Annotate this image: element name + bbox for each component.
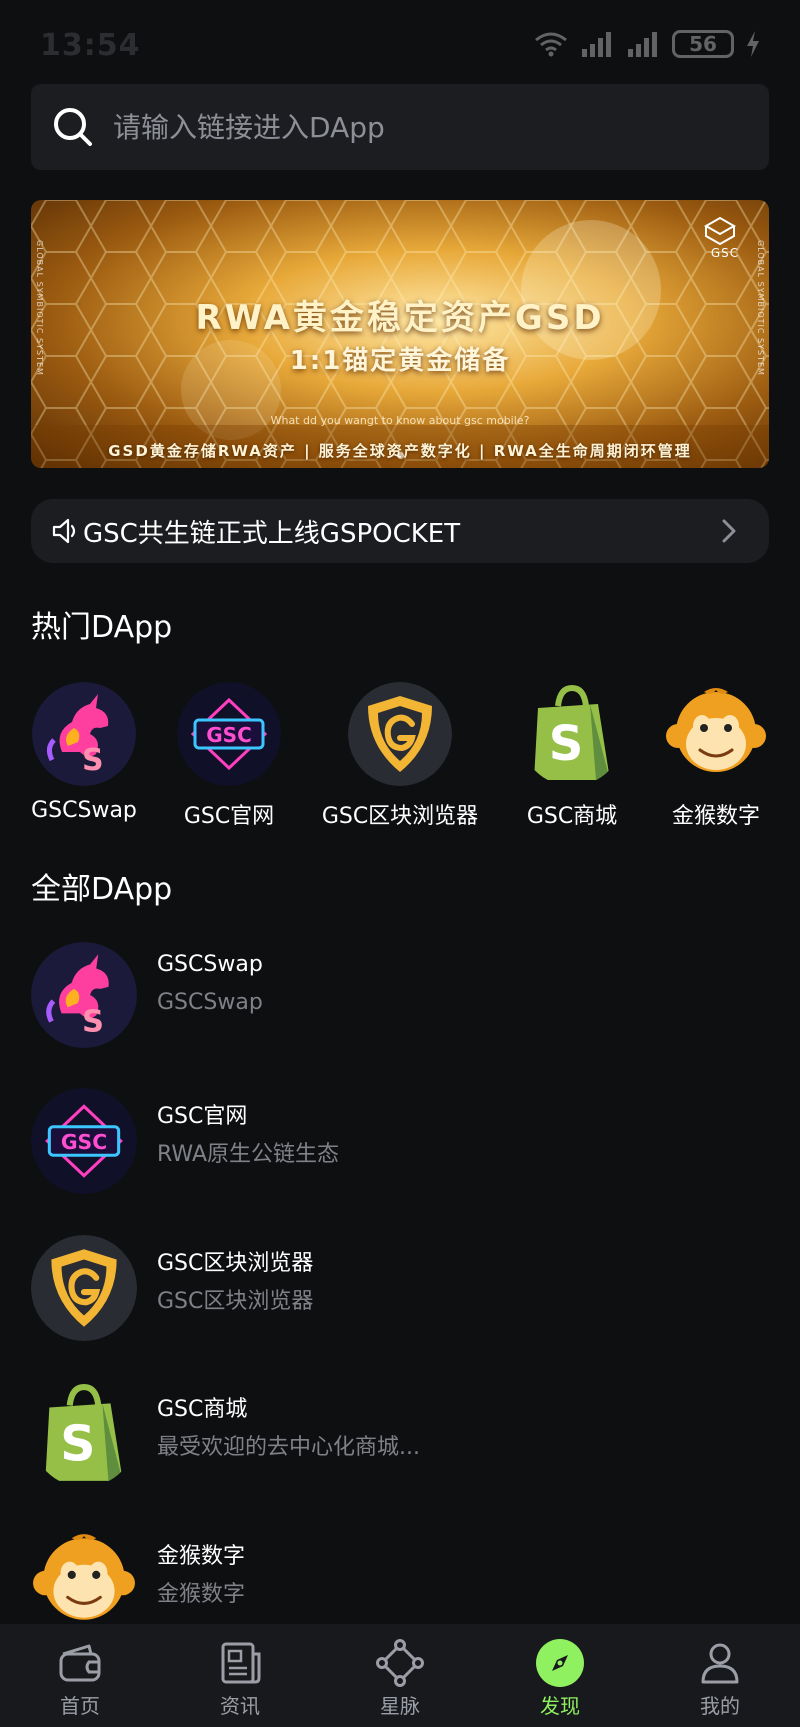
bottom-navigation: 首页 资讯 星脉 发现 我的 [0, 1624, 800, 1727]
promo-banner[interactable]: GLOBAL SYMBIOTIC SYSTEM GLOBAL SYMBIOTIC… [31, 200, 769, 468]
nav-label: 资讯 [220, 1694, 260, 1718]
dapp-list-item[interactable]: S GSCSwap GSCSwap [31, 942, 769, 1054]
monkey-icon [33, 1534, 135, 1620]
person-icon [701, 1643, 739, 1684]
shopify-bag-icon: S [534, 684, 610, 780]
dapp-subtitle: RWA原生公链生态 [157, 1142, 339, 1167]
dapp-list-item[interactable]: GSC GSC官网 RWA原生公链生态 [31, 1088, 769, 1200]
dapp-list-item[interactable]: S GSC商城 最受欢迎的去中心化商城... [31, 1381, 769, 1493]
monkey-icon [666, 688, 766, 772]
dapp-subtitle: 金猴数字 [157, 1582, 246, 1607]
nav-label: 我的 [700, 1694, 740, 1718]
banner-logo-text: GSC [710, 246, 740, 260]
nav-item-profile[interactable]: 我的 [640, 1624, 800, 1727]
banner-logo: GSC [703, 216, 747, 260]
discover-page: 13:54 56 请输入链接进入DApp GLOBAL SYMBIOTIC SY… [0, 0, 800, 1727]
dapp-title: 金猴数字 [157, 1544, 246, 1569]
search-input[interactable] [113, 110, 713, 144]
shopify-bag-icon: S [45, 1384, 123, 1481]
dapp-subtitle: 最受欢迎的去中心化商城... [157, 1435, 420, 1460]
speaker-icon [52, 518, 76, 544]
announcement-text: GSC共生链正式上线GSPOCKET [83, 518, 461, 549]
dapp-subtitle: GSCSwap [157, 990, 263, 1015]
nav-item-home[interactable]: 首页 [0, 1624, 160, 1727]
gsc-logo-icon [703, 216, 737, 246]
nav-item-news[interactable]: 资讯 [160, 1624, 320, 1727]
hot-dapp-label: GSC区块浏览器 [321, 804, 479, 829]
battery-indicator: 56 [672, 30, 734, 58]
hot-dapp-label: GSC官网 [183, 804, 275, 829]
gsc-neon-icon: GSC [31, 1088, 137, 1194]
network-icon [376, 1639, 424, 1687]
chevron-right-icon [722, 519, 736, 543]
status-icons: 56 [534, 30, 760, 58]
news-icon [221, 1642, 261, 1684]
gsc-neon-icon: GSC [177, 682, 281, 786]
unicorn-icon: S [32, 682, 136, 786]
signal-icon-2 [628, 32, 657, 57]
svg-text:S: S [60, 1416, 95, 1473]
dapp-title: GSC商城 [157, 1397, 248, 1422]
svg-text:S: S [82, 743, 104, 778]
unicorn-icon: S [31, 942, 137, 1048]
status-bar: 13:54 56 [0, 0, 800, 80]
charging-icon [747, 31, 759, 57]
compass-icon [536, 1639, 584, 1687]
search-icon [54, 108, 92, 146]
dapp-title: GSC官网 [157, 1104, 248, 1129]
nav-label: 发现 [540, 1694, 580, 1718]
dapp-list-item[interactable]: GSC区块浏览器 GSC区块浏览器 [31, 1235, 769, 1347]
nav-item-discover[interactable]: 发现 [480, 1624, 640, 1727]
banner-caption: What dd you wangt to know about gsc mobi… [270, 414, 530, 427]
svg-text:S: S [549, 716, 584, 772]
hot-dapp-heading: 热门DApp [31, 610, 173, 645]
hot-dapp-label: 金猴数字 [671, 804, 760, 829]
wallet-icon [59, 1644, 101, 1682]
dapp-title: GSC区块浏览器 [157, 1251, 314, 1276]
announcement-bar[interactable]: GSC共生链正式上线GSPOCKET [31, 499, 769, 563]
pagination-dot[interactable] [396, 452, 404, 459]
nav-item-network[interactable]: 星脉 [320, 1624, 480, 1727]
status-time: 13:54 [40, 28, 141, 63]
g-shield-icon [348, 682, 452, 786]
hot-dapp-item[interactable]: GSC GSC官网 [144, 682, 314, 830]
banner-title: RWA黄金稳定资产GSD [195, 298, 605, 338]
search-bar[interactable] [31, 84, 769, 170]
hot-dapp-item[interactable]: 金猴数字 [631, 682, 800, 830]
signal-icon [582, 32, 611, 57]
svg-text:GSC: GSC [206, 723, 252, 747]
nav-label: 星脉 [380, 1694, 420, 1718]
banner-subtitle: 1:1锚定黄金储备 [289, 346, 511, 376]
hot-dapp-item[interactable]: GSC区块浏览器 [315, 682, 485, 830]
nav-label: 首页 [60, 1694, 100, 1718]
banner-pagination [31, 452, 769, 459]
wifi-icon [535, 32, 567, 57]
g-shield-icon [31, 1235, 137, 1341]
dapp-subtitle: GSC区块浏览器 [157, 1289, 314, 1314]
svg-text:S: S [82, 1005, 104, 1040]
svg-text:GSC: GSC [61, 1130, 107, 1154]
dapp-title: GSCSwap [157, 952, 263, 977]
all-dapp-heading: 全部DApp [31, 872, 173, 907]
